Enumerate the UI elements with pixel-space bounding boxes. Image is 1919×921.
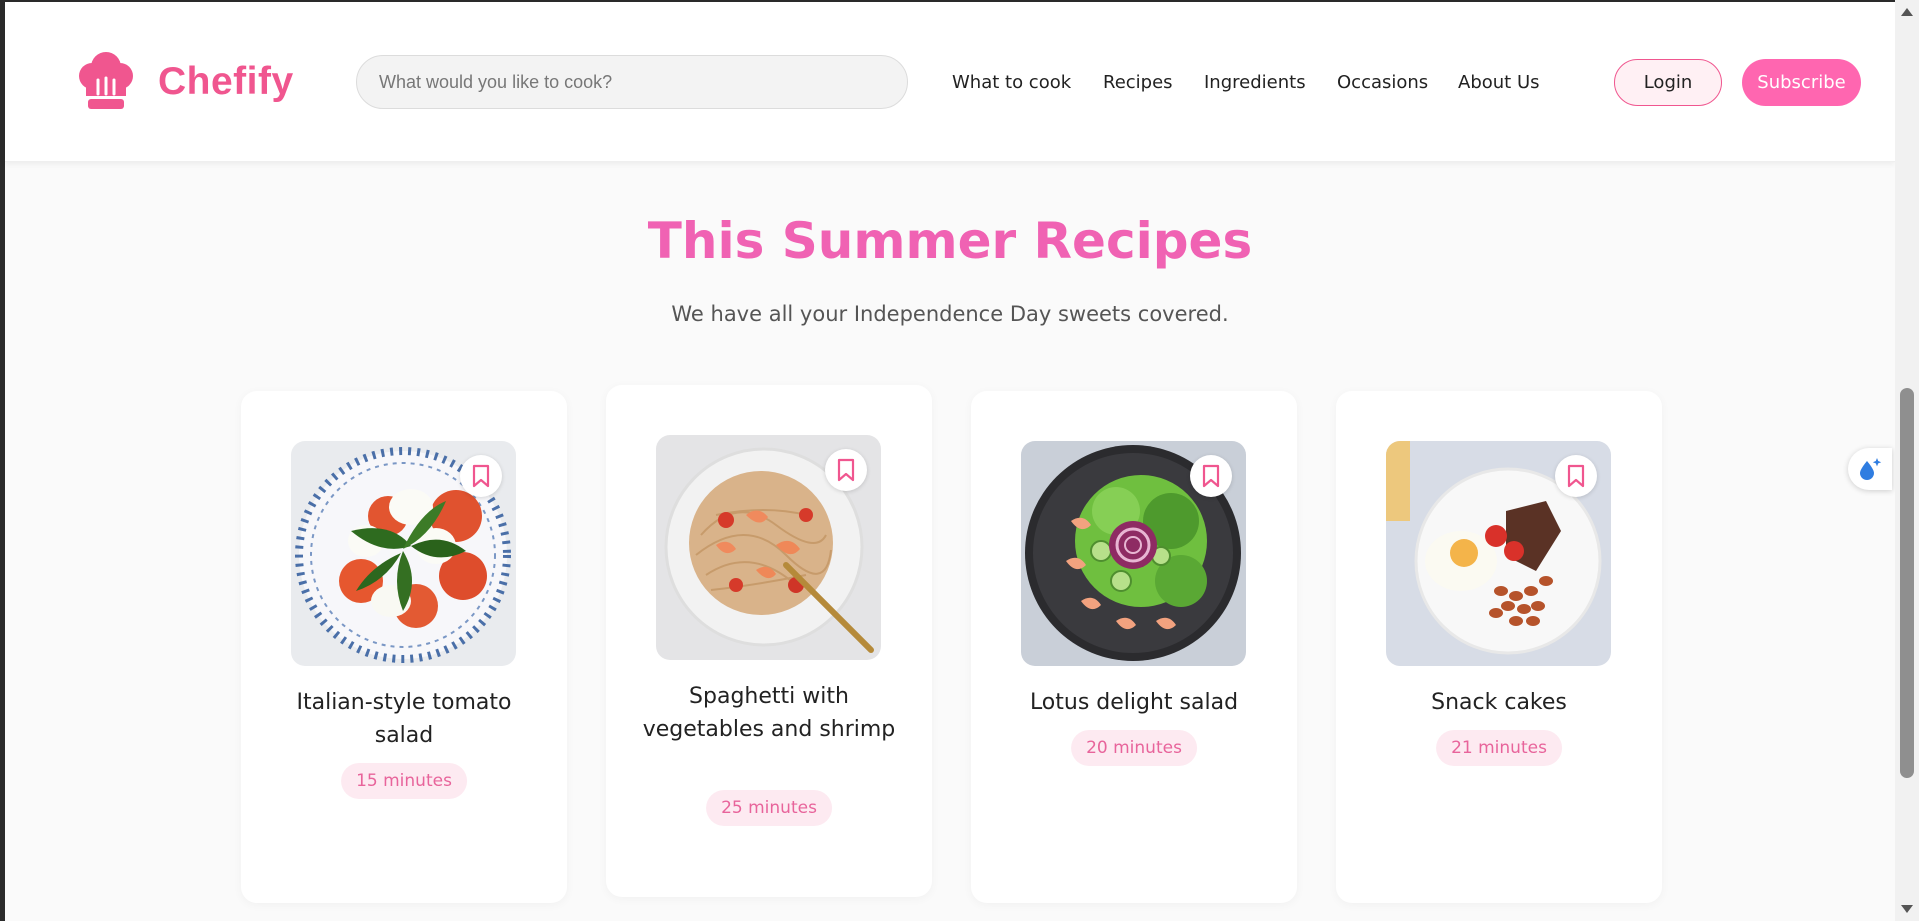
logo[interactable]: Chefify <box>74 50 294 114</box>
nav-recipes[interactable]: Recipes <box>1103 72 1173 93</box>
nav-occasions[interactable]: Occasions <box>1337 72 1428 93</box>
chef-hat-icon <box>79 52 133 109</box>
brand-name: Chefify <box>158 60 294 103</box>
recipe-card[interactable]: Lotus delight salad 20 minutes <box>971 391 1297 903</box>
recipe-image-tomato-salad[interactable] <box>291 441 516 666</box>
bookmark-icon <box>472 464 490 488</box>
login-button[interactable]: Login <box>1614 59 1722 106</box>
subscribe-button[interactable]: Subscribe <box>1742 59 1861 106</box>
nav-ingredients[interactable]: Ingredients <box>1204 72 1306 93</box>
recipe-time-badge: 21 minutes <box>1436 730 1562 766</box>
site-header: Chefify What to cook Recipes Ingredients… <box>5 2 1895 162</box>
recipe-card[interactable]: Italian-style tomato salad 15 minutes <box>241 391 567 903</box>
water-drop-sparkle-icon <box>1860 458 1882 480</box>
search-input[interactable] <box>356 55 908 109</box>
recipe-title[interactable]: Lotus delight salad <box>1001 686 1267 719</box>
scroll-down-arrow-icon[interactable] <box>1901 905 1913 913</box>
recipe-card[interactable]: Spaghetti with vegetables and shrimp 25 … <box>606 385 932 897</box>
extension-button[interactable] <box>1848 448 1892 490</box>
nav-about-us[interactable]: About Us <box>1458 72 1540 93</box>
section-subtitle: We have all your Independence Day sweets… <box>671 302 1229 326</box>
bookmark-button[interactable] <box>825 449 867 491</box>
bookmark-button[interactable] <box>460 455 502 497</box>
bookmark-button[interactable] <box>1555 455 1597 497</box>
scroll-up-arrow-icon[interactable] <box>1901 8 1913 16</box>
bookmark-button[interactable] <box>1190 455 1232 497</box>
recipe-card[interactable]: Snack cakes 21 minutes <box>1336 391 1662 903</box>
bookmark-icon <box>1567 464 1585 488</box>
recipe-time-badge: 25 minutes <box>706 790 832 826</box>
recipe-title[interactable]: Italian-style tomato salad <box>271 686 537 752</box>
recipe-title[interactable]: Snack cakes <box>1366 686 1632 719</box>
recipe-image-lotus-salad[interactable] <box>1021 441 1246 666</box>
recipe-title[interactable]: Spaghetti with vegetables and shrimp <box>636 680 902 746</box>
scrollbar-thumb[interactable] <box>1900 388 1914 778</box>
bookmark-icon <box>1202 464 1220 488</box>
section-title: This Summer Recipes <box>647 212 1253 270</box>
recipe-image-spaghetti[interactable] <box>656 435 881 660</box>
recipe-time-badge: 20 minutes <box>1071 730 1197 766</box>
recipe-time-badge: 15 minutes <box>341 763 467 799</box>
bookmark-icon <box>837 458 855 482</box>
page-scrollbar[interactable] <box>1895 0 1919 921</box>
nav-what-to-cook[interactable]: What to cook <box>952 72 1071 93</box>
recipe-image-snack-cakes[interactable] <box>1386 441 1611 666</box>
